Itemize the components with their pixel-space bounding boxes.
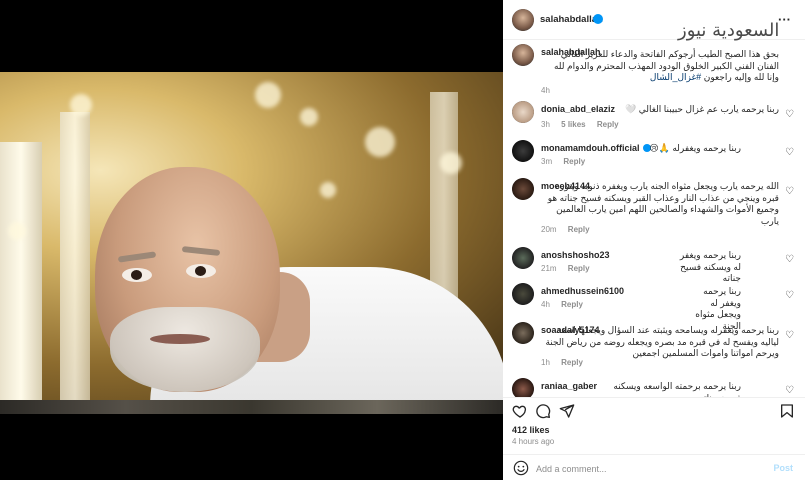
bokeh-light <box>300 108 318 126</box>
comment-time[interactable]: 20m <box>541 225 557 234</box>
caption-text: بحق هذا الصبح الطيب أرجوكم الفاتحة والدع… <box>541 49 779 84</box>
post-media[interactable] <box>0 0 503 480</box>
like-comment-heart-icon[interactable]: ♡ <box>785 109 794 120</box>
like-comment-heart-icon[interactable]: ♡ <box>785 385 794 396</box>
right-eye <box>186 264 216 278</box>
comment-text: الله يرحمه يارب ويجعل مثواه الجنه يارب و… <box>547 181 779 226</box>
comment-likes[interactable]: 5 likes <box>561 120 585 129</box>
comment-item: moeeh4144 الله يرحمه يارب ويجعل مثواه ال… <box>503 178 805 238</box>
left-eye <box>122 268 152 282</box>
comment-input[interactable] <box>536 461 756 476</box>
comment-time[interactable]: 3h <box>541 120 550 129</box>
comment-item: raniaa_gaber ربنا يرحمه برحمته الواسعه و… <box>503 378 805 397</box>
commenter-avatar[interactable] <box>512 378 534 397</box>
reply-button[interactable]: Reply <box>561 358 583 367</box>
white-beard <box>110 307 260 392</box>
author-avatar[interactable] <box>512 44 534 66</box>
commenter-avatar[interactable] <box>512 178 534 200</box>
comment-meta: 3m Reply <box>541 157 594 166</box>
mourning-band <box>0 0 503 72</box>
comment-item: monamamdouh.official ربنا يرحمه ويغفرله … <box>503 140 805 170</box>
emoji-smiley-icon[interactable] <box>513 460 529 476</box>
bokeh-light <box>8 222 26 240</box>
post-header: salahabdallah السعودية نيوز ··· <box>503 0 805 41</box>
commenter-avatar[interactable] <box>512 322 534 344</box>
caption-time[interactable]: 4h <box>541 86 550 95</box>
commenter-avatar[interactable] <box>512 140 534 162</box>
bokeh-light <box>365 127 395 157</box>
comment-text: ربنا يرحمه ويغفرله ويسامحه ويثبته عند ال… <box>545 325 779 358</box>
bokeh-light <box>320 182 336 198</box>
more-options-icon[interactable]: ··· <box>778 12 791 27</box>
comment-item: anoshshosho23 ربنا يرحمه ويغفر له ويسكنه… <box>503 247 805 283</box>
commenter-username[interactable]: raniaa_gaber <box>541 381 597 391</box>
likes-count[interactable]: 412 likes <box>512 425 550 435</box>
commenter-avatar[interactable] <box>512 101 534 123</box>
post-caption: salahabdallah بحق هذا الصبح الطيب أرجوكم… <box>503 44 805 95</box>
watermark-text: السعودية نيوز <box>678 20 780 41</box>
comment-meta: 21m Reply <box>541 264 599 273</box>
background-pillar <box>0 142 42 400</box>
bokeh-light <box>440 152 462 174</box>
like-comment-heart-icon[interactable]: ♡ <box>785 254 794 265</box>
comment-time[interactable]: 1h <box>541 358 550 367</box>
post-comment-button[interactable]: Post <box>773 463 793 473</box>
like-comment-heart-icon[interactable]: ♡ <box>785 290 794 301</box>
reply-button[interactable]: Reply <box>561 300 583 309</box>
comment-meta: 20m Reply <box>541 225 599 234</box>
commenter-username-text[interactable]: monamamdouh.official <box>541 143 640 153</box>
add-comment-bar: Post <box>503 454 805 480</box>
comment-time[interactable]: 4h <box>541 300 550 309</box>
bokeh-light <box>70 94 92 116</box>
post-timestamp[interactable]: 4 hours ago <box>512 437 554 446</box>
comment-text: ربنا يرحمه ويغفر له ويسكنه فسيح جناته <box>679 250 741 283</box>
mouth <box>150 334 210 344</box>
comment-time[interactable]: 3m <box>541 157 552 166</box>
verified-badge-icon <box>593 14 603 24</box>
like-comment-heart-icon[interactable]: ♡ <box>785 330 794 341</box>
commenter-username[interactable]: ahmedhussein6100 <box>541 286 624 296</box>
like-comment-heart-icon[interactable]: ♡ <box>785 147 794 158</box>
comment-item: soaadaly5174 ربنا يرحمه ويغفرله ويسامحه … <box>503 322 805 370</box>
commenter-username[interactable]: monamamdouh.official <box>541 143 651 153</box>
comment-text: ربنا يرحمه ويغفرله 🙏😢 <box>649 143 741 153</box>
background-pillar <box>60 112 90 400</box>
post-actions: 412 likes 4 hours ago Post <box>503 397 805 480</box>
comment-meta: 4h Reply <box>541 300 592 309</box>
like-comment-heart-icon[interactable]: ♡ <box>785 186 794 197</box>
reply-button[interactable]: Reply <box>597 120 619 129</box>
comment-meta: 3h 5 likes Reply <box>541 120 628 129</box>
comment-text: ربنا يرحمه يارب عم غزال حبيبنا الغالي 🤍 <box>625 104 779 114</box>
comment-item: ahmedhussein6100 ربنا يرحمه ويغفر له ويج… <box>503 283 805 331</box>
like-heart-icon[interactable] <box>512 403 528 419</box>
share-send-icon[interactable] <box>559 403 575 419</box>
commenter-avatar[interactable] <box>512 283 534 305</box>
reply-button[interactable]: Reply <box>568 225 590 234</box>
reply-button[interactable]: Reply <box>563 157 585 166</box>
comment-time[interactable]: 21m <box>541 264 557 273</box>
comment-text: ربنا يرحمه برحمته الواسعه ويسكنه فسيح جن… <box>613 381 741 397</box>
reply-button[interactable]: Reply <box>568 264 590 273</box>
caption-meta: 4h <box>541 86 559 95</box>
bookmark-save-icon[interactable] <box>779 403 795 419</box>
comment-meta: 1h Reply <box>541 358 592 367</box>
post-photo[interactable] <box>0 72 503 400</box>
comment-bubble-icon[interactable] <box>535 403 551 419</box>
caption-hashtag[interactable]: #غزال_الشال <box>650 72 701 82</box>
commenter-username[interactable]: anoshshosho23 <box>541 250 610 260</box>
author-avatar[interactable] <box>512 9 534 31</box>
bokeh-light <box>255 82 281 108</box>
post-sidebar: salahabdallah السعودية نيوز ··· salahabd… <box>503 0 805 480</box>
comments-list[interactable]: salahabdallah بحق هذا الصبح الطيب أرجوكم… <box>503 41 805 397</box>
comment-item: donia_abd_elaziz ربنا يرحمه يارب عم غزال… <box>503 101 805 133</box>
commenter-avatar[interactable] <box>512 247 534 269</box>
photo-bottom-strip <box>0 400 503 414</box>
